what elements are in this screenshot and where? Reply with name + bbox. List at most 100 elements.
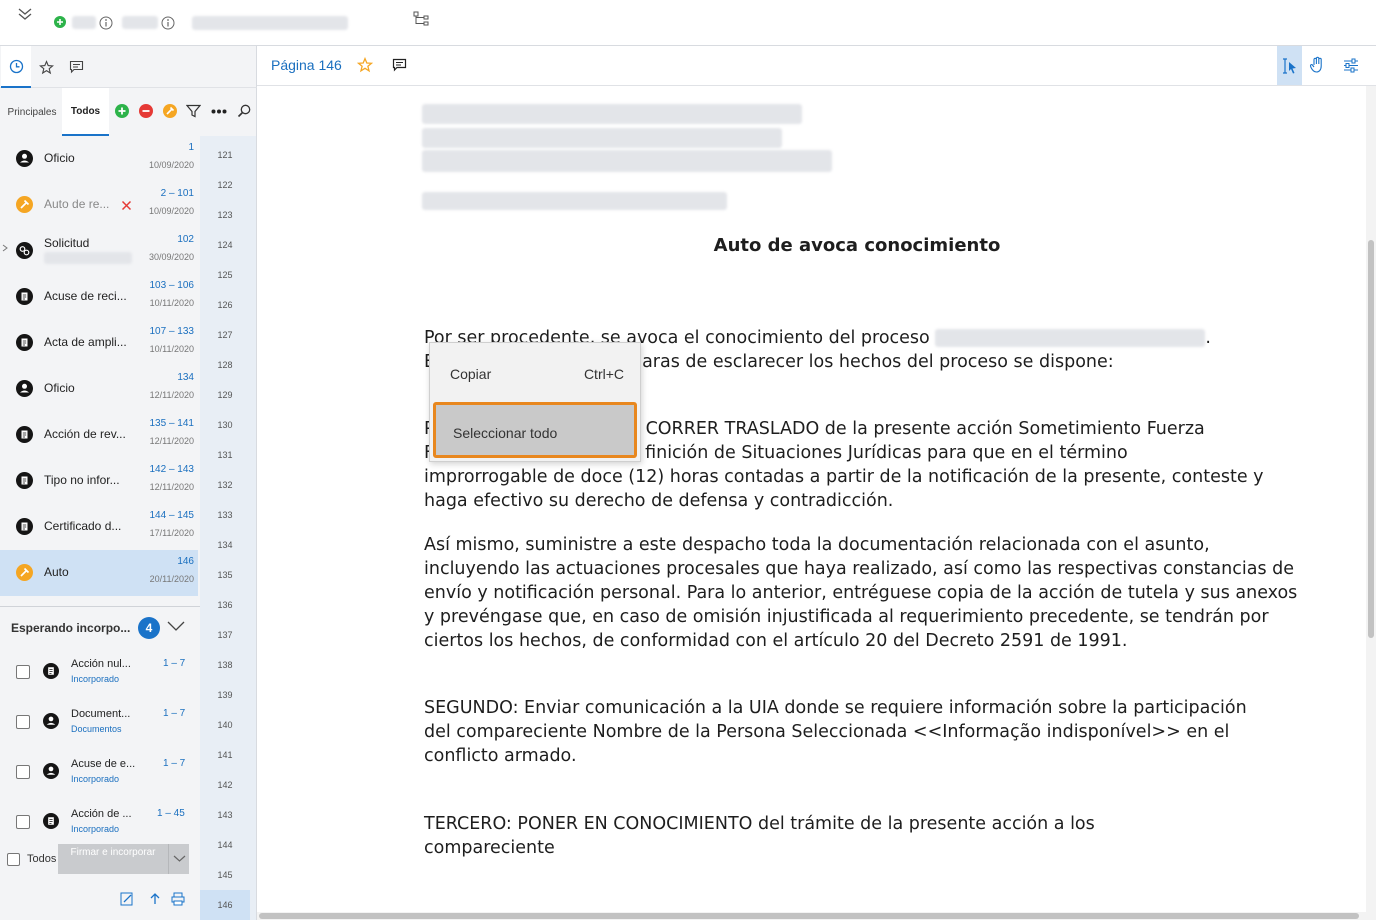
page-number[interactable]: 122 (200, 180, 250, 190)
info-icon[interactable] (99, 16, 113, 30)
rejected-x-icon (121, 200, 132, 211)
page-number[interactable]: 125 (200, 270, 250, 280)
menu-item-copy[interactable]: Copiar Ctrl+C (430, 353, 640, 397)
pending-item-checkbox[interactable] (16, 815, 30, 829)
page-number[interactable]: 129 (200, 390, 250, 400)
blurred-header-line (422, 128, 782, 148)
page-number[interactable]: 136 (200, 600, 250, 610)
select-all-checkbox[interactable] (7, 853, 20, 866)
history-icon[interactable] (1, 46, 31, 88)
page-number[interactable]: 133 (200, 510, 250, 520)
page-number[interactable]: 142 (200, 780, 250, 790)
page-number[interactable]: 139 (200, 690, 250, 700)
page-number[interactable]: 146 (200, 890, 250, 920)
star-icon[interactable] (31, 46, 61, 88)
document-viewer[interactable]: Auto de avoca conocimiento Por ser proce… (257, 86, 1366, 912)
page-number[interactable]: 135 (200, 570, 250, 580)
page-number[interactable]: 127 (200, 330, 250, 340)
gavel-icon (16, 196, 33, 213)
page-number[interactable]: 128 (200, 360, 250, 370)
document-list-item[interactable]: Acción de rev... 135 – 141 12/11/2020 (0, 412, 198, 458)
tree-icon[interactable] (413, 11, 429, 27)
document-pages: 103 – 106 (149, 280, 195, 291)
horizontal-scrollbar[interactable] (257, 912, 1366, 920)
page-number[interactable]: 126 (200, 300, 250, 310)
vertical-scrollbar[interactable] (1366, 86, 1376, 920)
text-select-tool-button[interactable] (1277, 46, 1302, 85)
page-number[interactable]: 137 (200, 630, 250, 640)
document-pages: 2 – 101 (160, 188, 194, 199)
pin-icon[interactable] (163, 104, 177, 118)
page-number[interactable]: 131 (200, 450, 250, 460)
document-list-item[interactable]: Auto 146 20/11/2020 (0, 550, 198, 596)
document-list-item[interactable]: Oficio 1 10/09/2020 (0, 136, 198, 182)
page-number[interactable]: 134 (200, 540, 250, 550)
favorite-star-icon[interactable] (357, 57, 373, 73)
print-icon[interactable] (171, 892, 185, 906)
document-list-item[interactable]: Auto de re... 2 – 101 10/09/2020 (0, 182, 198, 228)
page-number[interactable]: 145 (200, 870, 250, 880)
hand-tool-icon[interactable] (1309, 56, 1325, 74)
page-number[interactable]: 130 (200, 420, 250, 430)
edit-icon[interactable] (120, 892, 134, 906)
pending-item-checkbox[interactable] (16, 715, 30, 729)
remove-icon[interactable] (139, 104, 153, 118)
document-list-item[interactable]: Solicitud 102 30/09/2020 (0, 228, 198, 274)
filter-icon[interactable] (186, 104, 201, 118)
info-icon[interactable] (161, 16, 175, 30)
page-number[interactable]: 141 (200, 750, 250, 760)
document-list-item[interactable]: Acuse de reci... 103 – 106 10/11/2020 (0, 274, 198, 320)
pending-item-checkbox[interactable] (16, 665, 30, 679)
menu-item-select-all[interactable]: Seleccionar todo (433, 402, 637, 458)
page-number[interactable]: 138 (200, 660, 250, 670)
document-date: 17/11/2020 (149, 528, 194, 538)
add-icon[interactable] (115, 104, 129, 118)
document-list-item[interactable]: Oficio 134 12/11/2020 (0, 366, 198, 412)
tab-todos[interactable]: Todos (62, 88, 109, 136)
page-number[interactable]: 124 (200, 240, 250, 250)
search-icon[interactable] (237, 104, 251, 118)
settings-sliders-icon[interactable] (1343, 58, 1359, 73)
more-icon[interactable] (211, 109, 227, 114)
pending-item-status: Incorporado (71, 824, 120, 834)
document-pages: 134 (177, 372, 194, 383)
document-list-item[interactable]: Certificado d... 144 – 145 17/11/2020 (0, 504, 198, 550)
blurred-header-line (422, 104, 802, 124)
page-number[interactable]: 144 (200, 840, 250, 850)
pending-item[interactable]: Acción nul... Incorporado 1 – 7 (0, 655, 198, 703)
sign-options-dropdown[interactable] (168, 844, 189, 874)
document-date: 10/09/2020 (148, 160, 194, 170)
horizontal-scroll-thumb[interactable] (259, 913, 1359, 919)
request-icon (16, 242, 33, 259)
page-number[interactable]: 123 (200, 210, 250, 220)
document-name: Acuse de reci... (44, 289, 127, 303)
page-number[interactable]: 132 (200, 480, 250, 490)
page-number[interactable]: 143 (200, 810, 250, 820)
sign-incorporate-button[interactable]: Firmar e incorporar (58, 844, 168, 874)
document-pages: 142 – 143 (149, 464, 195, 475)
chevron-down-icon[interactable] (167, 621, 185, 632)
document-date: 10/11/2020 (149, 298, 194, 308)
pending-item[interactable]: Acuse de e... Incorporado 1 – 7 (0, 755, 198, 803)
pending-item-checkbox[interactable] (16, 765, 30, 779)
collapse-chevron-icon[interactable] (16, 6, 34, 22)
comment-icon[interactable] (61, 46, 91, 88)
upload-icon[interactable] (148, 892, 162, 906)
page-number[interactable]: 121 (200, 150, 250, 160)
expand-chevron-icon[interactable] (2, 244, 8, 252)
tab-principales[interactable]: Principales (2, 88, 62, 136)
document-date: 12/11/2020 (149, 436, 194, 446)
document-name: Acta de ampli... (44, 335, 127, 349)
document-list-item[interactable]: Tipo no infor... 142 – 143 12/11/2020 (0, 458, 198, 504)
doc-icon (16, 334, 33, 351)
document-name: Tipo no infor... (44, 473, 120, 487)
add-process-icon[interactable] (54, 16, 66, 28)
blurred-process-number (935, 329, 1206, 347)
page-number[interactable]: 140 (200, 720, 250, 730)
document-list-item[interactable]: Acta de ampli... 107 – 133 10/11/2020 (0, 320, 198, 366)
vertical-scroll-thumb[interactable] (1368, 240, 1374, 638)
comment-icon[interactable] (392, 58, 407, 72)
blurred-field (122, 16, 158, 29)
pending-item[interactable]: Document... Documentos 1 – 7 (0, 705, 198, 753)
tercero-paragraph: TERCERO: PONER EN CONOCIMIENTO del trámi… (424, 814, 1095, 858)
